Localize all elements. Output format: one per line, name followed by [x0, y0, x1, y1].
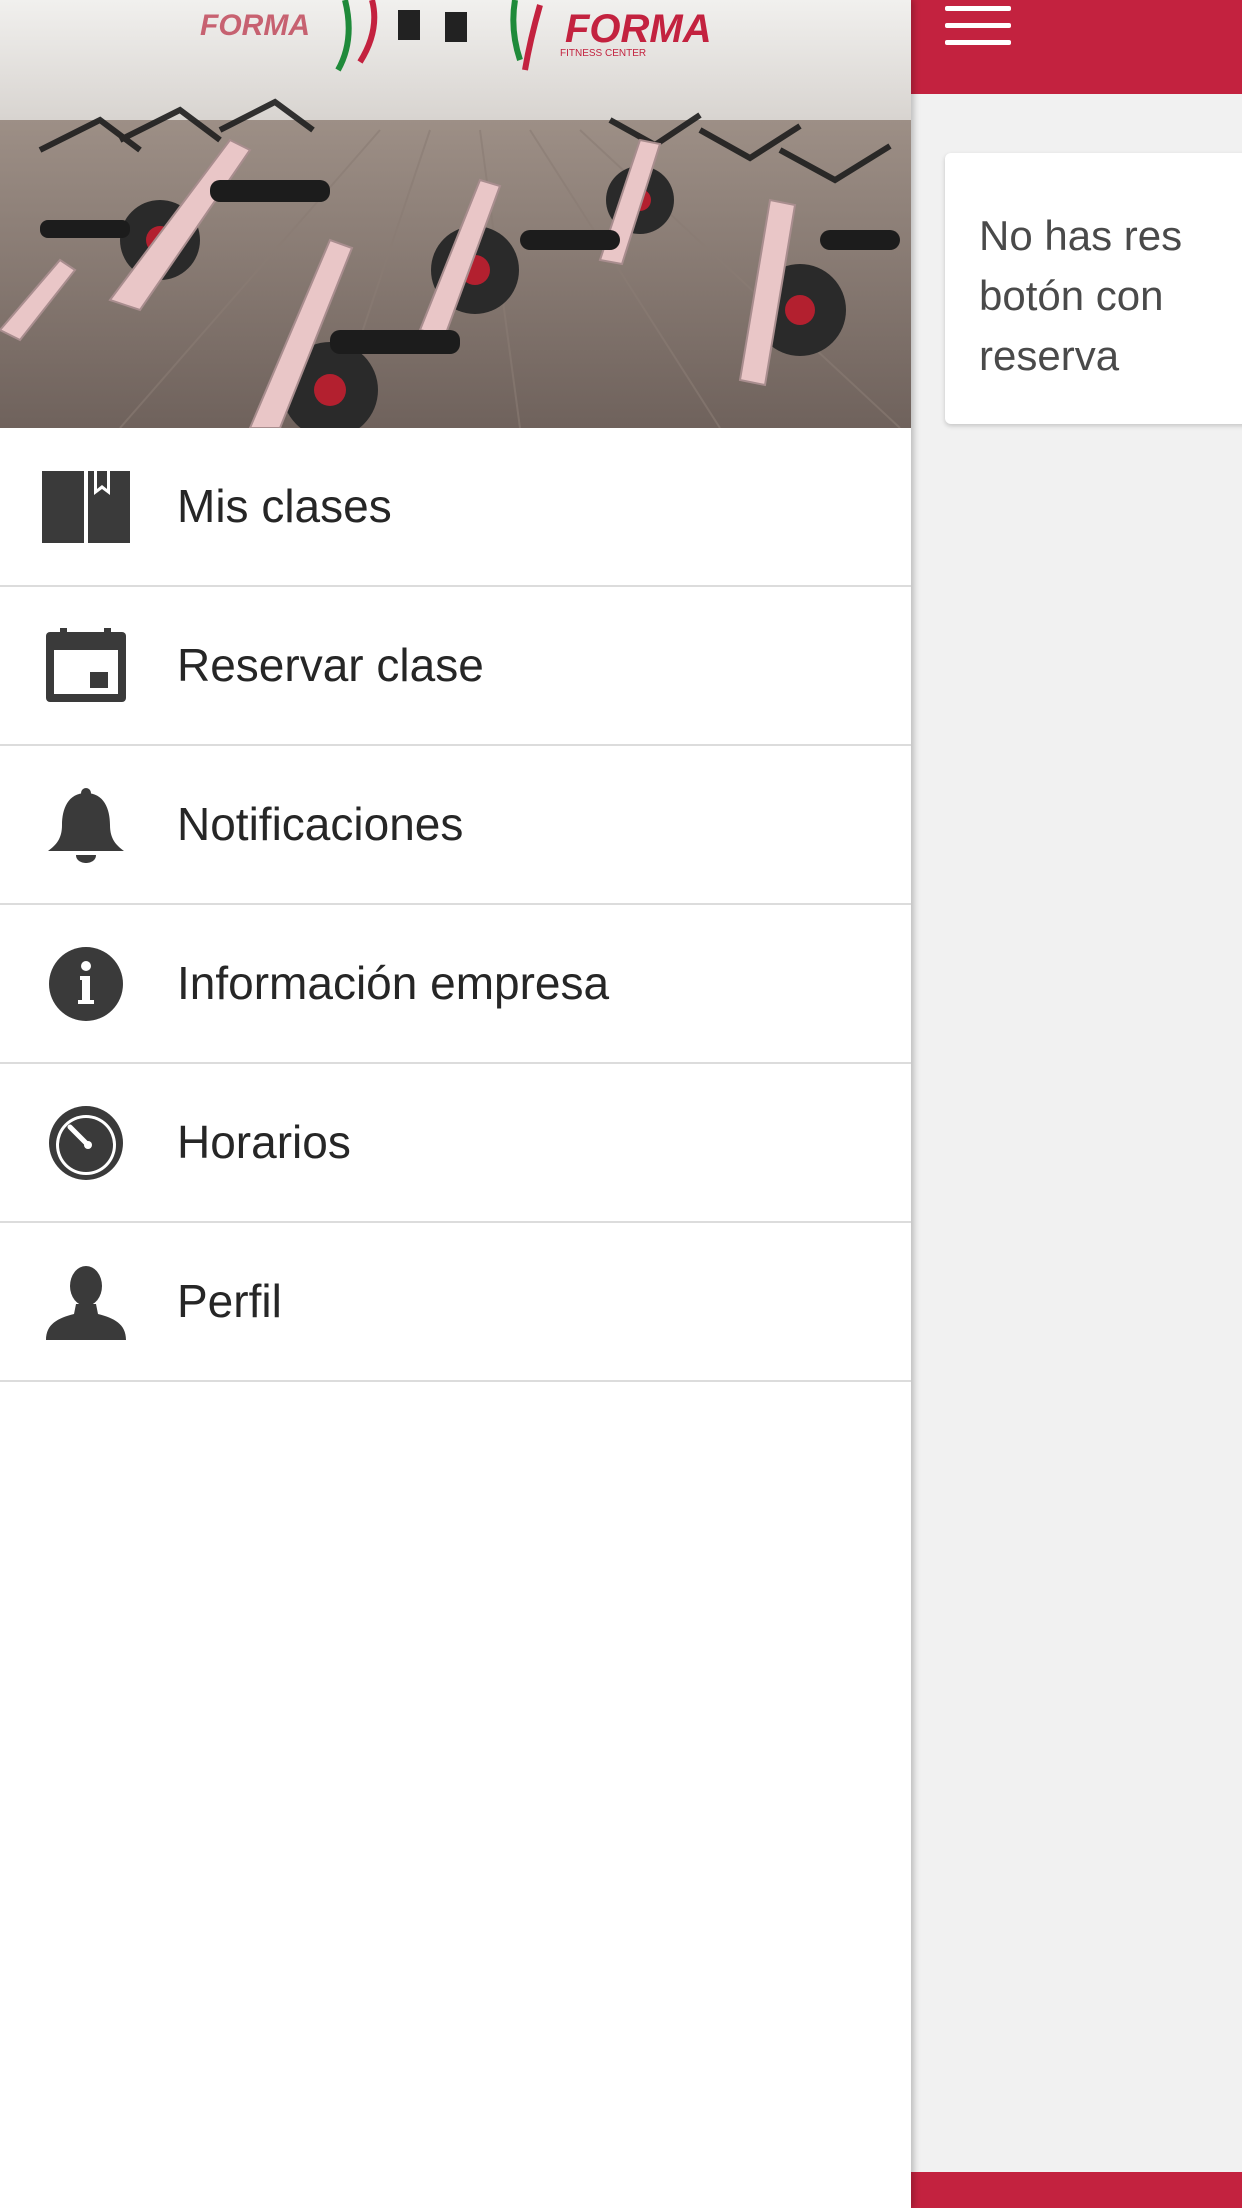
info-icon: [40, 946, 132, 1022]
book-icon: [40, 469, 132, 545]
menu-item-notificaciones[interactable]: Notificaciones: [0, 746, 911, 905]
gym-spinning-room-photo: FORMA FITNESS CENTER FORMA: [0, 0, 911, 428]
menu-item-label: Mis clases: [177, 480, 392, 532]
svg-text:FORMA: FORMA: [200, 9, 310, 42]
menu-item-horarios[interactable]: Horarios: [0, 1064, 911, 1223]
wall-logo-subtext: FITNESS CENTER: [560, 48, 646, 59]
menu-item-label: Notificaciones: [177, 798, 464, 850]
message-line-1: No has res: [979, 212, 1183, 259]
clock-icon: [40, 1105, 132, 1181]
message-line-3: reserva: [979, 332, 1120, 379]
message-line-2: botón con: [979, 272, 1164, 319]
menu-item-informacion-empresa[interactable]: Información empresa: [0, 905, 911, 1064]
person-icon: [40, 1264, 132, 1340]
navigation-drawer: FORMA FITNESS CENTER FORMA Mis clases Re…: [0, 0, 911, 2208]
bell-icon: [40, 787, 132, 863]
top-app-bar: [911, 0, 1242, 94]
menu-item-label: Horarios: [177, 1116, 351, 1168]
drawer-header-image: FORMA FITNESS CENTER FORMA: [0, 0, 911, 428]
wall-logo-text: FORMA: [565, 7, 712, 51]
menu-item-label: Información empresa: [177, 957, 610, 1009]
menu-item-perfil[interactable]: Perfil: [0, 1223, 911, 1382]
bottom-bar[interactable]: [911, 2172, 1242, 2208]
calendar-icon: [40, 628, 132, 704]
menu-item-label: Reservar clase: [177, 639, 484, 691]
hamburger-icon[interactable]: [945, 2, 1011, 50]
menu-item-reservar-clase[interactable]: Reservar clase: [0, 587, 911, 746]
no-reservations-card: No has res botón con reserva: [945, 153, 1242, 424]
drawer-menu: Mis clases Reservar clase Notificaciones…: [0, 428, 911, 1382]
main-screen: No has res botón con reserva: [911, 0, 1242, 2208]
no-reservations-message: No has res botón con reserva: [979, 206, 1242, 386]
menu-item-mis-clases[interactable]: Mis clases: [0, 428, 911, 587]
menu-item-label: Perfil: [177, 1275, 282, 1327]
